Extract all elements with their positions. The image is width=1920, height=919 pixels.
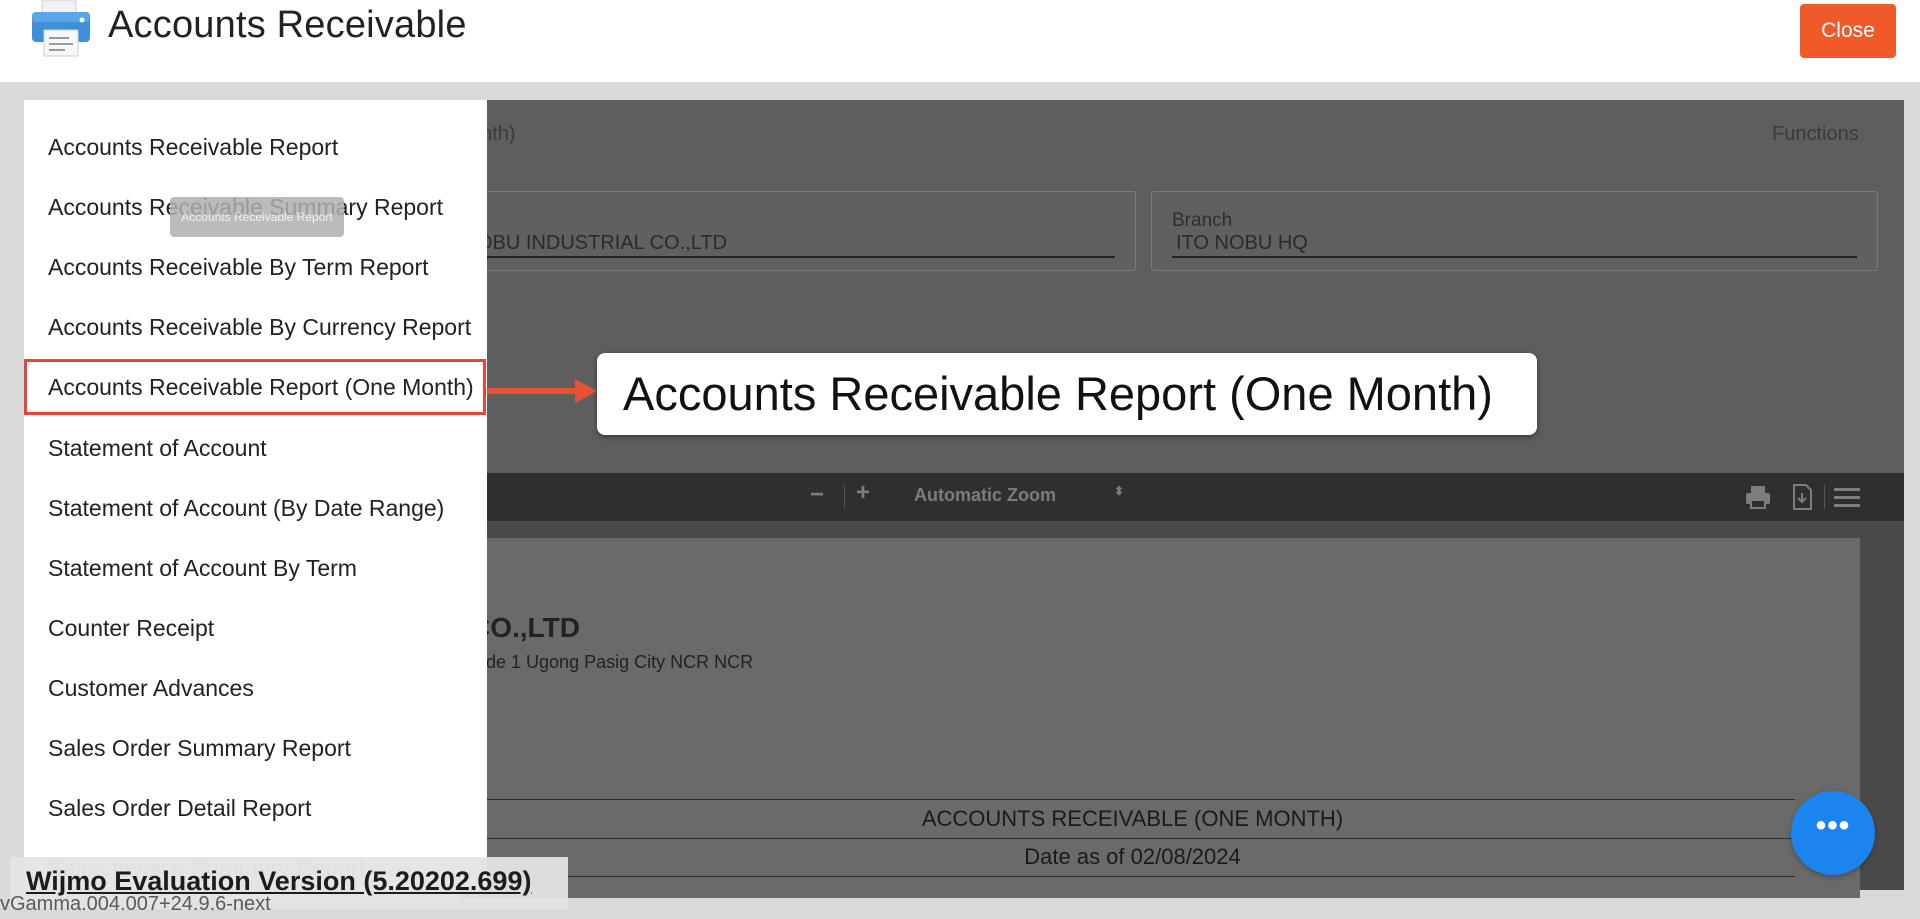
more-dots-icon: ••• (1815, 809, 1851, 842)
branch-value: ITO NOBU HQ (1172, 232, 1857, 258)
app-header: Accounts Receivable Close (0, 0, 1920, 82)
menu-icon[interactable] (1832, 483, 1860, 511)
menu-item-customer-advances[interactable]: Customer Advances (24, 660, 487, 716)
printer-icon (32, 0, 90, 57)
panel-edge (1904, 100, 1920, 890)
report-rule (470, 838, 1795, 839)
menu-item-statement-of-account[interactable]: Statement of Account (24, 420, 487, 476)
menu-item-ar-report[interactable]: Accounts Receivable Report (24, 119, 487, 175)
report-company-address: erde 1 Ugong Pasig City NCR NCR (470, 652, 754, 672)
callout-label: Accounts Receivable Report (One Month) (597, 353, 1537, 435)
version-text: vGamma.004.007+24.9.6-next (0, 893, 271, 915)
report-date: Date as of 02/08/2024 (1024, 844, 1241, 869)
chevron-updown-icon: ⬍ (1113, 484, 1124, 498)
zoom-out-button[interactable]: − (810, 481, 824, 509)
menu-item-ar-by-currency-report[interactable]: Accounts Receivable By Currency Report (24, 299, 487, 355)
report-rule (470, 799, 1795, 800)
menu-item-sales-order-detail[interactable]: Sales Order Detail Report (24, 780, 487, 836)
callout-arrow (487, 388, 583, 394)
menu-item-counter-receipt[interactable]: Counter Receipt (24, 600, 487, 656)
branch-label: Branch (1172, 210, 1233, 231)
toolbar-separator (1824, 485, 1825, 509)
print-icon[interactable] (1744, 483, 1772, 511)
zoom-value: Automatic Zoom (914, 485, 1056, 505)
company-field[interactable]: any OBU INDUSTRIAL CO.,LTD (410, 191, 1136, 271)
chat-button[interactable]: ••• (1791, 791, 1875, 875)
download-icon[interactable] (1788, 483, 1816, 511)
menu-item-sales-order-summary[interactable]: Sales Order Summary Report (24, 720, 487, 776)
menu-item-ar-by-term-report[interactable]: Accounts Receivable By Term Report (24, 239, 487, 295)
menu-item-ar-one-month-report[interactable]: Accounts Receivable Report (One Month) (24, 359, 486, 415)
menu-item-statement-by-term[interactable]: Statement of Account By Term (24, 540, 487, 596)
report-title: ACCOUNTS RECEIVABLE (ONE MONTH) (921, 806, 1344, 831)
branch-field[interactable]: Branch ITO NOBU HQ (1151, 191, 1878, 271)
menu-tooltip: Accounts Receivable Report (170, 197, 344, 237)
zoom-select[interactable]: Automatic Zoom ⬍ (914, 485, 1134, 509)
callout-arrow-head (575, 379, 597, 403)
toolbar-separator (844, 485, 845, 509)
page-title: Accounts Receivable (108, 4, 467, 46)
company-value: OBU INDUSTRIAL CO.,LTD (473, 232, 1115, 258)
functions-menu[interactable]: Functions (1772, 123, 1859, 146)
menu-item-statement-by-date-range[interactable]: Statement of Account (By Date Range) (24, 480, 487, 536)
zoom-in-button[interactable]: + (856, 479, 870, 507)
report-rule (470, 876, 1795, 877)
close-button[interactable]: Close (1800, 4, 1896, 58)
